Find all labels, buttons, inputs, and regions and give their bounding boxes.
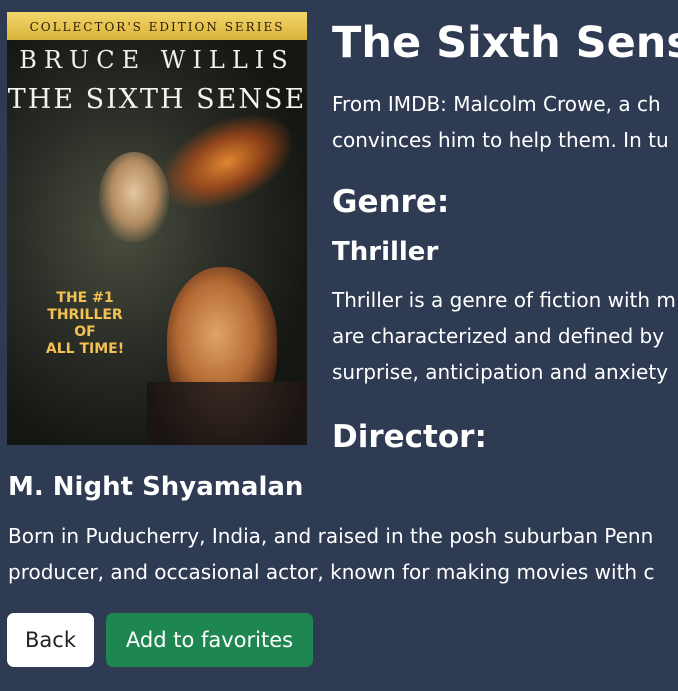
- poster-glow: [146, 96, 307, 228]
- genre-name: Thriller: [332, 237, 439, 267]
- poster-man-body: [147, 382, 307, 445]
- poster-tagline: THE #1 THRILLER OF ALL TIME!: [35, 290, 135, 358]
- director-bio: Born in Puducherry, India, and raised in…: [8, 518, 678, 590]
- poster-banner: COLLECTOR'S EDITION SERIES: [7, 12, 307, 40]
- poster-tagline-line: THE #1: [56, 290, 114, 306]
- back-button[interactable]: Back: [7, 613, 94, 667]
- director-bio-line: Born in Puducherry, India, and raised in…: [8, 524, 654, 548]
- director-heading: Director:: [332, 419, 487, 455]
- movie-description-line: convinces him to help them. In tu: [332, 128, 669, 152]
- movie-poster-image: COLLECTOR'S EDITION SERIES BRUCE WILLIS …: [7, 12, 307, 445]
- poster-tagline-line: ALL TIME!: [45, 341, 125, 357]
- poster-boy-figure: [99, 152, 169, 242]
- director-name: M. Night Shyamalan: [8, 472, 304, 502]
- movie-description: From IMDB: Malcolm Crowe, a ch convinces…: [332, 86, 678, 158]
- movie-view: COLLECTOR'S EDITION SERIES BRUCE WILLIS …: [0, 0, 678, 691]
- genre-description-line: Thriller is a genre of fiction with m: [332, 288, 676, 312]
- movie-title: The Sixth Sense: [332, 18, 678, 68]
- director-bio-line: producer, and occasional actor, known fo…: [8, 560, 655, 584]
- genre-description-line: surprise, anticipation and anxiety: [332, 360, 669, 384]
- poster-actor-name: BRUCE WILLIS: [19, 46, 295, 74]
- movie-description-line: From IMDB: Malcolm Crowe, a ch: [332, 92, 661, 116]
- genre-description: Thriller is a genre of fiction with m ar…: [332, 282, 678, 390]
- add-to-favorites-button[interactable]: Add to favorites: [106, 613, 313, 667]
- genre-description-line: are characterized and defined by: [332, 324, 665, 348]
- genre-heading: Genre:: [332, 184, 450, 220]
- poster-tagline-line: THRILLER OF: [47, 307, 123, 340]
